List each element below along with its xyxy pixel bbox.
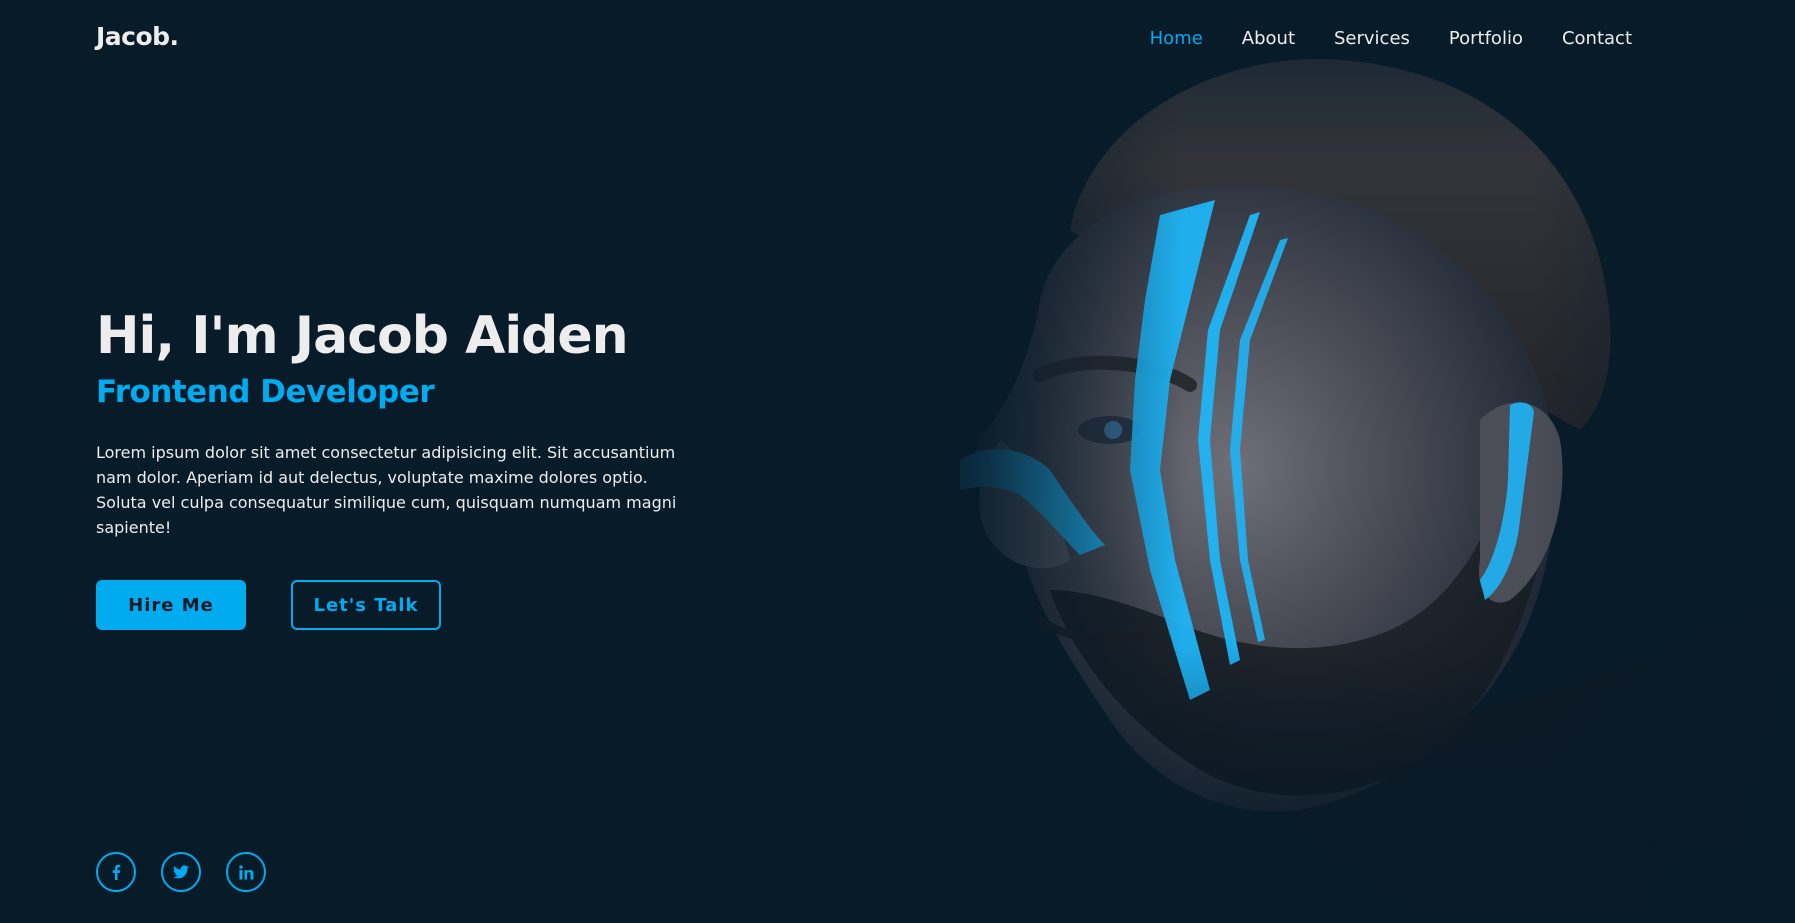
nav-contact[interactable]: Contact xyxy=(1562,28,1632,49)
twitter-icon xyxy=(173,865,189,879)
hero-description: Lorem ipsum dolor sit amet consectetur a… xyxy=(96,443,677,537)
hero-section: Hi, I'm Jacob Aiden Frontend Developer L… xyxy=(96,300,716,630)
hero-title: Hi, I'm Jacob Aiden xyxy=(96,306,629,366)
hire-me-button[interactable]: Hire Me xyxy=(96,580,246,630)
twitter-link[interactable] xyxy=(161,852,201,892)
lets-talk-button[interactable]: Let's Talk xyxy=(291,580,441,630)
social-links xyxy=(96,852,266,892)
nav-about[interactable]: About xyxy=(1242,28,1295,49)
hero-subtitle: Frontend Developer xyxy=(96,374,435,410)
linkedin-link[interactable] xyxy=(226,852,266,892)
nav-portfolio[interactable]: Portfolio xyxy=(1449,28,1523,49)
main-nav: Home About Services Portfolio Contact xyxy=(1150,28,1632,49)
facebook-link[interactable] xyxy=(96,852,136,892)
hero-buttons: Hire Me Let's Talk xyxy=(96,580,716,630)
hero-portrait-image xyxy=(920,0,1795,923)
linkedin-icon xyxy=(238,864,253,880)
page: Jacob. Home About Services Portfolio Con… xyxy=(0,0,1795,923)
nav-services[interactable]: Services xyxy=(1334,28,1410,49)
facebook-icon xyxy=(112,864,121,880)
logo[interactable]: Jacob. xyxy=(96,22,179,51)
site-header: Jacob. Home About Services Portfolio Con… xyxy=(0,0,1795,80)
nav-home[interactable]: Home xyxy=(1150,28,1203,49)
